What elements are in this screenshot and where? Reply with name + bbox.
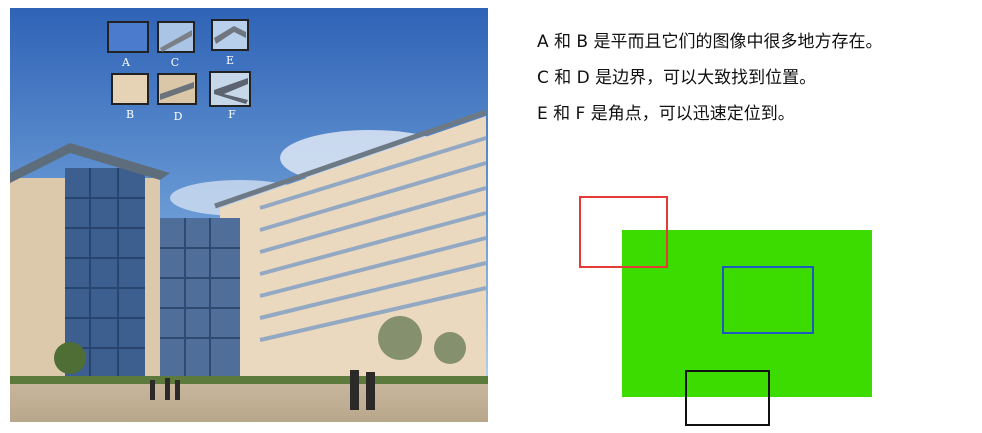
patch-label-f: F (228, 108, 236, 121)
building-photo: A C E B D F (10, 8, 488, 422)
patch-label-b: B (125, 108, 135, 121)
patch-c (157, 21, 195, 53)
note-edge: C 和 D 是边界，可以大致找到位置。 (537, 68, 817, 88)
patch-d (157, 73, 197, 105)
patch-f (209, 71, 251, 107)
patch-label-c: C (170, 56, 180, 69)
note-corner: E 和 F 是角点，可以迅速定位到。 (537, 104, 795, 124)
patch-label-a: A (122, 56, 130, 69)
note-flat: A 和 B 是平而且它们的图像中很多地方存在。 (537, 32, 883, 52)
window-diagram (579, 196, 872, 426)
patch-b (111, 73, 149, 105)
patch-label-d: D (173, 110, 183, 123)
explanation-text: A 和 B 是平而且它们的图像中很多地方存在。 C 和 D 是边界，可以大致找到… (537, 24, 967, 132)
patch-a (107, 21, 149, 53)
patch-e (211, 19, 249, 51)
patch-label-e: E (225, 54, 235, 67)
